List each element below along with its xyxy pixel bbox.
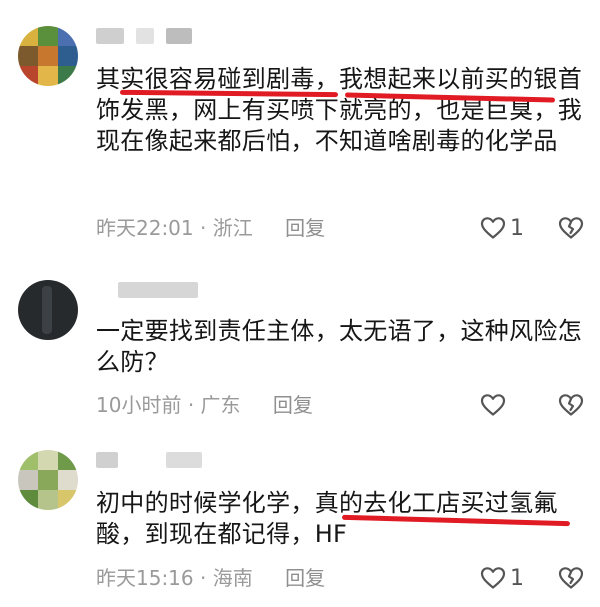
separator: · <box>200 216 207 240</box>
like-button[interactable]: 1 <box>480 216 524 241</box>
comment-text: 一定要找到责任主体，太无语了，这种风险怎么防？ <box>96 317 582 376</box>
comment-actions <box>480 388 584 422</box>
broken-heart-icon <box>558 394 584 416</box>
comment-time: 昨天15:16 <box>96 566 194 590</box>
comment-location: 广东 <box>200 393 241 417</box>
heart-outline-icon <box>480 217 506 239</box>
comment-time: 昨天22:01 <box>96 216 194 240</box>
separator: · <box>200 566 207 590</box>
username-redacted[interactable] <box>118 282 198 298</box>
comment-location: 浙江 <box>212 216 253 240</box>
dislike-button[interactable] <box>558 393 584 417</box>
comment-actions: 1 <box>480 211 584 245</box>
comment-item-2: 一定要找到责任主体，太无语了，这种风险怎么防？ 10小时前 · 广东 回复 <box>0 250 600 430</box>
comment-meta: 10小时前 · 广东 回复 <box>96 390 313 420</box>
broken-heart-icon <box>558 217 584 239</box>
comment-meta: 昨天15:16 · 海南 回复 <box>96 563 325 593</box>
like-count: 1 <box>510 215 524 241</box>
comment-item-1: 其实很容易碰到剧毒，我想起来以前买的银首饰发黑，网上有买喷下就亮的，也是巨臭，我… <box>0 0 600 250</box>
dislike-button[interactable] <box>558 216 584 240</box>
avatar[interactable] <box>18 26 78 86</box>
reply-button[interactable]: 回复 <box>285 216 325 240</box>
heart-outline-icon <box>480 567 506 589</box>
reply-button[interactable]: 回复 <box>285 566 325 590</box>
like-button[interactable] <box>480 393 524 417</box>
like-count: 1 <box>510 565 524 591</box>
comment-item-3: 初中的时候学化学，真的去化工店买过氢氟酸，到现在都记得，HF 昨天15:16 ·… <box>0 430 600 607</box>
separator: · <box>187 393 195 417</box>
like-button[interactable]: 1 <box>480 566 524 591</box>
reply-button[interactable]: 回复 <box>273 393 313 417</box>
dislike-button[interactable] <box>558 566 584 590</box>
username-redacted[interactable] <box>96 28 206 44</box>
avatar[interactable] <box>18 280 78 340</box>
avatar[interactable] <box>18 450 78 510</box>
username-redacted[interactable] <box>96 452 206 468</box>
comment-text: 其实很容易碰到剧毒，我想起来以前买的银首饰发黑，网上有买喷下就亮的，也是巨臭，我… <box>96 65 582 155</box>
heart-outline-icon <box>480 394 506 416</box>
comment-location: 海南 <box>212 566 253 590</box>
comment-time: 10小时前 <box>96 393 182 417</box>
comment-meta: 昨天22:01 · 浙江 回复 <box>96 213 325 243</box>
broken-heart-icon <box>558 567 584 589</box>
comment-actions: 1 <box>480 561 584 595</box>
